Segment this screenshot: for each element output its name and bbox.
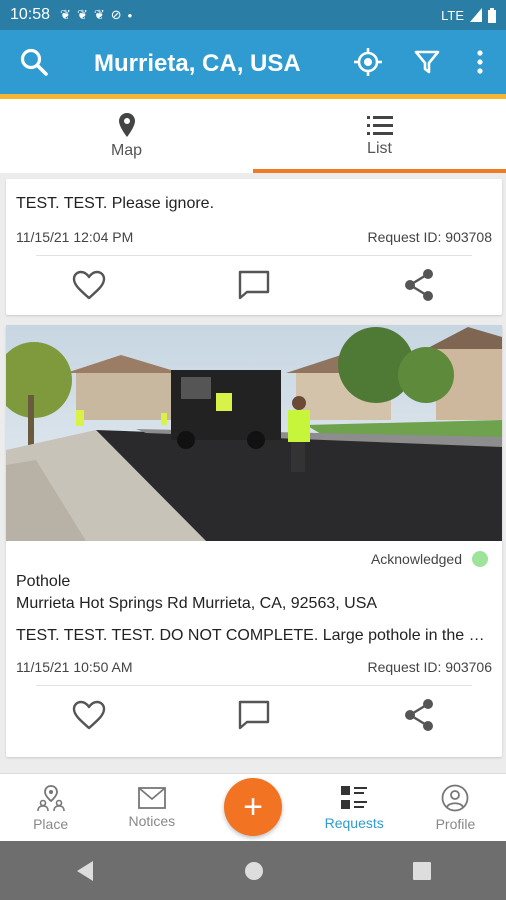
request-description: TEST. TEST. Please ignore. bbox=[16, 195, 215, 212]
tab-map[interactable]: Map bbox=[0, 99, 253, 173]
network-label: LTE bbox=[441, 7, 464, 23]
card-actions bbox=[6, 256, 502, 314]
like-button[interactable] bbox=[67, 263, 111, 307]
status-bar: 10:58 ❦ ❦ ❦ ⊘ • LTE bbox=[0, 0, 506, 30]
home-icon[interactable] bbox=[244, 861, 264, 881]
request-address: Murrieta Hot Springs Rd Murrieta, CA, 92… bbox=[16, 595, 378, 612]
request-description: TEST. TEST. TEST. DO NOT COMPLETE. Large… bbox=[16, 627, 485, 644]
comment-icon bbox=[238, 700, 270, 730]
comment-icon bbox=[238, 270, 270, 300]
nav-notices-label: Notices bbox=[128, 812, 176, 829]
nav-profile[interactable]: Profile bbox=[405, 774, 506, 841]
request-card[interactable]: Acknowledged Pothole Murrieta Hot Spring… bbox=[6, 325, 502, 757]
add-request-button[interactable]: + bbox=[224, 778, 282, 836]
bird-icon: ❦ bbox=[93, 7, 105, 22]
nav-requests[interactable]: Requests bbox=[304, 774, 405, 841]
no-disturb-icon: ⊘ bbox=[110, 7, 122, 22]
heart-icon bbox=[72, 270, 105, 300]
nav-place[interactable]: Place bbox=[0, 774, 101, 841]
list-icon bbox=[366, 116, 393, 135]
status-time: 10:58 bbox=[10, 6, 51, 23]
envelope-icon bbox=[137, 786, 166, 809]
heart-icon bbox=[72, 700, 105, 730]
request-photo bbox=[6, 325, 502, 541]
battery-icon bbox=[488, 7, 496, 23]
filter-icon[interactable] bbox=[405, 40, 449, 84]
status-dot bbox=[472, 551, 488, 567]
comment-button[interactable] bbox=[232, 693, 276, 737]
map-pin-icon bbox=[118, 113, 135, 137]
request-timestamp: 11/15/21 12:04 PM bbox=[16, 229, 134, 245]
request-id: Request ID: 903706 bbox=[367, 659, 492, 675]
recents-icon[interactable] bbox=[413, 861, 432, 880]
bird-icon: ❦ bbox=[76, 7, 88, 22]
request-timestamp: 11/15/21 10:50 AM bbox=[16, 659, 133, 675]
tab-list[interactable]: List bbox=[253, 99, 506, 173]
view-tabs: Map List bbox=[0, 99, 506, 173]
request-meta: 11/15/21 12:04 PM Request ID: 903708 bbox=[6, 213, 502, 255]
more-vert-icon[interactable] bbox=[458, 40, 502, 84]
nav-requests-label: Requests bbox=[324, 814, 384, 831]
tab-map-label: Map bbox=[110, 142, 143, 159]
share-icon bbox=[405, 269, 434, 301]
requests-list-icon bbox=[341, 785, 368, 809]
back-icon[interactable] bbox=[75, 860, 95, 882]
location-target-icon[interactable] bbox=[346, 40, 390, 84]
share-button[interactable] bbox=[397, 693, 441, 737]
nav-notices[interactable]: Notices bbox=[101, 774, 202, 841]
profile-icon bbox=[442, 784, 469, 811]
request-id: Request ID: 903708 bbox=[367, 229, 492, 245]
share-button[interactable] bbox=[397, 263, 441, 307]
dot-icon: • bbox=[127, 7, 133, 23]
search-icon[interactable] bbox=[12, 40, 56, 84]
status-label: Acknowledged bbox=[370, 551, 462, 567]
signal-icon bbox=[470, 8, 482, 22]
notification-icons: ❦ ❦ ❦ ⊘ • bbox=[60, 7, 132, 23]
place-people-icon bbox=[36, 784, 65, 811]
status-right: LTE bbox=[441, 7, 496, 23]
share-icon bbox=[405, 699, 434, 731]
request-meta: 11/15/21 10:50 AM Request ID: 903706 bbox=[6, 645, 502, 685]
tab-list-label: List bbox=[367, 140, 392, 157]
bird-icon: ❦ bbox=[60, 7, 71, 22]
request-card[interactable]: TEST. TEST. Please ignore. 11/15/21 12:0… bbox=[6, 179, 502, 315]
system-nav-bar bbox=[0, 841, 506, 900]
like-button[interactable] bbox=[67, 693, 111, 737]
request-category: Pothole bbox=[16, 573, 71, 590]
card-actions bbox=[6, 686, 502, 744]
comment-button[interactable] bbox=[232, 263, 276, 307]
app-bar: Murrieta, CA, USA bbox=[0, 30, 506, 94]
nav-profile-label: Profile bbox=[435, 815, 476, 832]
nav-place-label: Place bbox=[33, 815, 69, 832]
page-title: Murrieta, CA, USA bbox=[94, 50, 301, 77]
request-status: Acknowledged bbox=[6, 541, 502, 567]
